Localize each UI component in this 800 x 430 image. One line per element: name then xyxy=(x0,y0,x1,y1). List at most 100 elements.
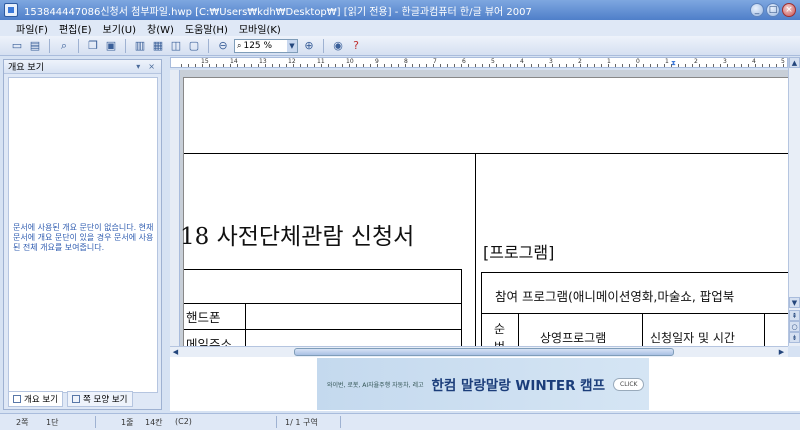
help-icon[interactable]: ? xyxy=(349,39,363,53)
table-border xyxy=(184,303,462,304)
ruler-tick xyxy=(209,64,210,67)
ruler-tick xyxy=(615,64,616,67)
copy-icon[interactable]: ❐ xyxy=(86,39,100,53)
scroll-up-icon[interactable]: ▲ xyxy=(789,57,800,68)
document-view[interactable]: 18 사전단체관람 신청서 핸드폰 메일주소 [프로그램] 참여 프로그램(애니… xyxy=(170,70,788,346)
zoom-out-icon[interactable]: ⊖ xyxy=(216,39,230,53)
ruler-tick xyxy=(405,64,406,67)
full-screen-icon[interactable]: ▢ xyxy=(187,39,201,53)
tab-page-shape-view[interactable]: 쪽 모양 보기 xyxy=(66,391,133,407)
horizontal-ruler[interactable]: 15 14 13 12 11 10 9 8 7 6 5 4 3 2 1 0 1 2 3 4 5 ⧗ xyxy=(170,57,788,68)
ruler-tick xyxy=(475,64,476,67)
indent-marker-icon[interactable]: ⧗ xyxy=(671,59,676,67)
ruler-tick xyxy=(307,64,308,67)
fit-page-icon[interactable]: ◫ xyxy=(169,39,183,53)
outline-pane-header: 개요 보기 ▾ × xyxy=(4,60,161,74)
col-no-header: 순번 xyxy=(494,322,506,346)
menu-view[interactable]: 보기(U) xyxy=(103,21,137,36)
ruler-tick xyxy=(685,64,686,67)
table-border xyxy=(481,272,482,346)
ruler-tick xyxy=(783,64,784,67)
toolbar-separator xyxy=(208,38,209,53)
ruler-tick xyxy=(482,64,483,67)
menu-mobile[interactable]: 모바일(K) xyxy=(239,21,281,36)
zoom-in-icon[interactable]: ⊕ xyxy=(302,39,316,53)
ruler-tick xyxy=(370,64,371,67)
toolbar-separator xyxy=(125,38,126,53)
ruler-tick xyxy=(727,64,728,67)
ruler-tick xyxy=(629,64,630,67)
ruler-tick xyxy=(286,64,287,67)
ad-banner[interactable]: 와이번, 로봇, AI자율주행 자동차, 레고 한컴 말랑말랑 WINTER 캠… xyxy=(317,358,649,410)
ruler-tick xyxy=(447,64,448,67)
minimize-button[interactable]: _ xyxy=(750,3,764,17)
ruler-number: 5 xyxy=(491,58,495,65)
ruler-tick xyxy=(678,64,679,67)
title-bar: 153844447086신청서 첨부파일.hwp [C:₩Users₩kdh₩D… xyxy=(0,0,800,20)
select-page-icon[interactable]: ○ xyxy=(789,321,800,332)
print-icon[interactable]: ▤ xyxy=(28,39,42,53)
horizontal-scroll-thumb[interactable] xyxy=(294,348,674,356)
scroll-left-icon[interactable]: ◀ xyxy=(170,347,181,357)
ruler-tick xyxy=(657,64,658,67)
ruler-tick xyxy=(734,64,735,67)
multi-page-icon[interactable]: ▦ xyxy=(151,39,165,53)
pane-close-icon[interactable]: × xyxy=(148,62,155,71)
zoom-select[interactable]: ⌕ 125 % ▼ xyxy=(234,38,298,53)
ruler-tick xyxy=(741,64,742,67)
status-mode: (C2) xyxy=(175,417,192,426)
maximize-button[interactable]: □ xyxy=(766,3,780,17)
settings-icon[interactable]: ◉ xyxy=(331,39,345,53)
menu-bar: 파일(F) 편집(E) 보기(U) 창(W) 도움말(H) 모바일(K) xyxy=(0,20,800,36)
tab-outline-view[interactable]: 개요 보기 xyxy=(8,391,63,407)
status-bar: 2쪽 1단 1줄 14칸 (C2) 1/ 1 구역 xyxy=(0,413,800,430)
search-icon: ⌕ xyxy=(237,40,242,50)
ruler-tick xyxy=(559,64,560,67)
col-program-header: 상영프로그램 xyxy=(540,331,607,345)
ruler-tick xyxy=(762,64,763,67)
page-layout-icon[interactable]: ▥ xyxy=(133,39,147,53)
ruler-tick xyxy=(349,64,350,67)
ruler-tick xyxy=(293,64,294,67)
scroll-down-icon[interactable]: ▼ xyxy=(789,297,800,308)
ruler-tick xyxy=(503,64,504,67)
ruler-tick xyxy=(517,64,518,67)
ruler-tick xyxy=(769,64,770,67)
open-folder-icon[interactable]: ▭ xyxy=(10,39,24,53)
status-separator xyxy=(340,416,341,428)
table-border xyxy=(642,313,643,346)
paste-icon[interactable]: ▣ xyxy=(104,39,118,53)
prev-page-icon[interactable]: ⇞ xyxy=(789,310,800,321)
ruler-tick xyxy=(748,64,749,67)
pane-menu-icon[interactable]: ▾ xyxy=(136,62,140,71)
menu-edit[interactable]: 편집(E) xyxy=(59,21,92,36)
status-page: 2쪽 xyxy=(16,418,29,427)
ruler-tick xyxy=(216,64,217,67)
outline-pane-title: 개요 보기 xyxy=(8,63,44,73)
horizontal-scrollbar[interactable]: ◀ ▶ xyxy=(170,346,788,357)
ruler-tick xyxy=(265,64,266,67)
ruler-tick xyxy=(573,64,574,67)
ad-click-button[interactable]: CLICK xyxy=(613,377,645,391)
phone-label: 핸드폰 xyxy=(186,310,221,325)
ruler-tick xyxy=(622,64,623,67)
close-button[interactable]: × xyxy=(782,3,796,17)
ruler-tick xyxy=(244,64,245,67)
vertical-scrollbar[interactable]: ▲ ▼ ⇞ ○ ⇟ xyxy=(788,57,800,346)
next-page-icon[interactable]: ⇟ xyxy=(789,332,800,343)
ruler-number: 12 xyxy=(288,58,296,65)
ruler-tick xyxy=(391,64,392,67)
menu-window[interactable]: 창(W) xyxy=(147,21,174,36)
ruler-tick xyxy=(468,64,469,67)
ruler-tick xyxy=(342,64,343,67)
toolbar: ▭ ▤ ⌕ ❐ ▣ ▥ ▦ ◫ ▢ ⊖ ⌕ 125 % ▼ ⊕ ◉ ? xyxy=(0,36,800,56)
ruler-tick xyxy=(195,64,196,67)
ruler-tick xyxy=(454,64,455,67)
chevron-down-icon[interactable]: ▼ xyxy=(287,39,297,52)
menu-help[interactable]: 도움말(H) xyxy=(185,21,228,36)
menu-file[interactable]: 파일(F) xyxy=(16,21,48,36)
ruler-tick xyxy=(237,64,238,67)
find-icon[interactable]: ⌕ xyxy=(57,39,71,53)
ruler-tick xyxy=(531,64,532,67)
scroll-right-icon[interactable]: ▶ xyxy=(776,347,787,357)
